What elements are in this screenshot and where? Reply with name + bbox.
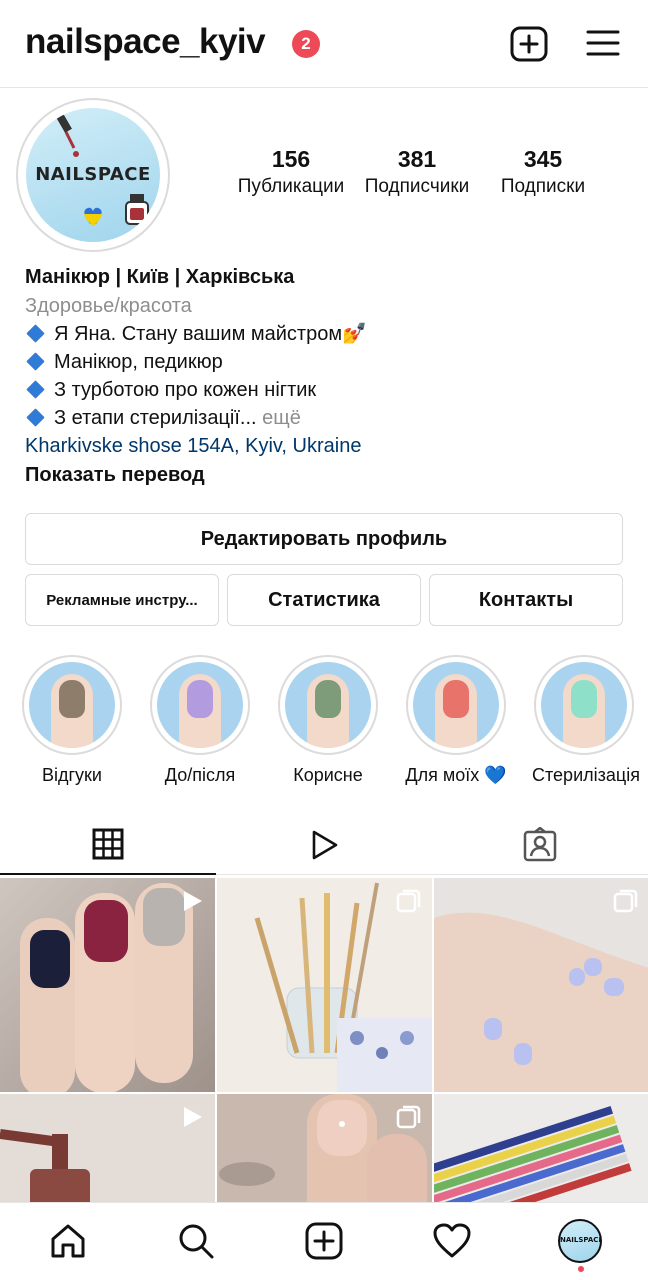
logo-text: NAILSPACE bbox=[35, 164, 151, 185]
profile-notification-dot bbox=[578, 1266, 584, 1272]
highlight-label: Корисне bbox=[293, 765, 363, 785]
highlight-label: Стерилізація bbox=[532, 765, 640, 785]
bio-line-text: З етапи стерилізації... bbox=[54, 407, 257, 429]
nail-swatch bbox=[187, 680, 213, 718]
statistics-button[interactable]: Статистика bbox=[227, 574, 421, 626]
profile-bio: Манікюр | Київ | Харківська Здоровье/кра… bbox=[25, 262, 625, 490]
post-thumbnail[interactable] bbox=[217, 878, 432, 1092]
stat-posts[interactable]: 156 Публикации bbox=[232, 146, 350, 198]
nail-swatch bbox=[59, 680, 85, 718]
show-translation-link[interactable]: Показать перевод bbox=[25, 460, 625, 490]
profile-avatar[interactable]: NAILSPACE bbox=[16, 98, 170, 252]
carousel-icon bbox=[396, 889, 421, 913]
highlight-cover bbox=[150, 655, 250, 755]
highlight-label: До/після bbox=[164, 765, 236, 785]
highlight-useful[interactable]: Корисне bbox=[276, 655, 380, 786]
ad-tools-button[interactable]: Рекламные инстру... bbox=[25, 574, 219, 626]
post-thumbnail[interactable] bbox=[217, 1094, 432, 1202]
highlight-label: Відгуки bbox=[41, 765, 102, 785]
profile-tabs bbox=[0, 815, 648, 875]
highlight-cover bbox=[22, 655, 122, 755]
tab-grid[interactable] bbox=[0, 815, 216, 875]
contacts-button[interactable]: Контакты bbox=[429, 574, 623, 626]
color-swatches-photo bbox=[434, 1106, 632, 1202]
stat-followers[interactable]: 381 Подписчики bbox=[358, 146, 476, 198]
post-thumbnail[interactable] bbox=[434, 878, 648, 1092]
search-icon[interactable] bbox=[176, 1221, 216, 1261]
stat-label: Публикации bbox=[237, 176, 345, 197]
post-thumbnail[interactable] bbox=[0, 878, 215, 1092]
bottom-navigation: NAILSPACE bbox=[0, 1202, 648, 1280]
reels-icon bbox=[312, 830, 338, 860]
stat-following[interactable]: 345 Подписки bbox=[484, 146, 602, 198]
grid-icon bbox=[92, 828, 124, 860]
profile-username[interactable]: nailspace_kyiv bbox=[25, 22, 266, 62]
highlight-cover bbox=[406, 655, 506, 755]
bio-line: З етапи стерилізації... ещё bbox=[25, 404, 625, 432]
highlight-sterilization[interactable]: Стерилізація bbox=[532, 655, 640, 786]
stat-value: 381 bbox=[397, 146, 437, 172]
stat-label: Подписчики bbox=[364, 176, 470, 197]
notification-badge[interactable]: 2 bbox=[292, 30, 320, 58]
carousel-icon bbox=[396, 1105, 421, 1129]
heart-icon[interactable] bbox=[432, 1221, 472, 1261]
tab-tagged[interactable] bbox=[432, 815, 648, 875]
tagged-icon bbox=[523, 827, 557, 862]
highlight-label: Для моїх 💙 bbox=[405, 765, 507, 785]
blue-diamond-icon bbox=[26, 324, 45, 343]
bio-more-link[interactable]: ещё bbox=[262, 407, 301, 429]
bio-line-text: Я Яна. Стану вашим майстром💅 bbox=[54, 323, 367, 345]
bio-line-text: З турботою про кожен нігтик bbox=[54, 379, 317, 401]
edit-profile-button[interactable]: Редактировать профиль bbox=[25, 513, 623, 565]
bio-line: Манікюр, педикюр bbox=[25, 348, 625, 376]
menu-icon[interactable] bbox=[586, 28, 620, 58]
blue-diamond-icon bbox=[26, 352, 45, 371]
posts-grid bbox=[0, 878, 648, 1202]
home-icon[interactable] bbox=[48, 1221, 88, 1261]
stat-value: 156 bbox=[271, 146, 311, 172]
tab-reels[interactable] bbox=[216, 815, 432, 875]
highlight-cover bbox=[534, 655, 634, 755]
bio-category: Здоровье/красота bbox=[25, 295, 192, 317]
carousel-icon bbox=[613, 889, 638, 913]
highlight-reviews[interactable]: Відгуки bbox=[20, 655, 124, 786]
highlight-for-mine[interactable]: Для моїх 💙 bbox=[404, 655, 508, 786]
nail-swatch bbox=[571, 680, 597, 718]
bio-line-text: Манікюр, педикюр bbox=[54, 351, 223, 373]
create-icon[interactable] bbox=[304, 1221, 344, 1261]
highlight-cover bbox=[278, 655, 378, 755]
stat-label: Подписки bbox=[500, 176, 586, 197]
reel-play-icon bbox=[184, 891, 202, 911]
highlight-before-after[interactable]: До/після bbox=[148, 655, 252, 786]
top-bar: nailspace_kyiv 2 bbox=[0, 0, 648, 88]
blue-diamond-icon bbox=[26, 380, 45, 399]
post-thumbnail[interactable] bbox=[0, 1094, 215, 1202]
nail-swatch bbox=[443, 680, 469, 718]
bio-name: Манікюр | Київ | Харківська bbox=[25, 266, 295, 288]
bio-line: Я Яна. Стану вашим майстром💅 bbox=[25, 320, 625, 348]
post-thumbnail[interactable] bbox=[434, 1094, 648, 1202]
avatar-image: NAILSPACE bbox=[26, 108, 160, 242]
logo-text: NAILSPACE bbox=[560, 1236, 602, 1244]
reel-play-icon bbox=[184, 1107, 202, 1127]
blue-diamond-icon bbox=[26, 408, 45, 427]
create-post-icon[interactable] bbox=[510, 26, 548, 62]
bio-location-link[interactable]: Kharkivske shose 154A, Kyiv, Ukraine bbox=[25, 432, 625, 460]
bio-line: З турботою про кожен нігтик bbox=[25, 376, 625, 404]
nail-swatch bbox=[315, 680, 341, 718]
stat-value: 345 bbox=[523, 146, 563, 172]
profile-tab-avatar[interactable]: NAILSPACE bbox=[558, 1219, 602, 1263]
